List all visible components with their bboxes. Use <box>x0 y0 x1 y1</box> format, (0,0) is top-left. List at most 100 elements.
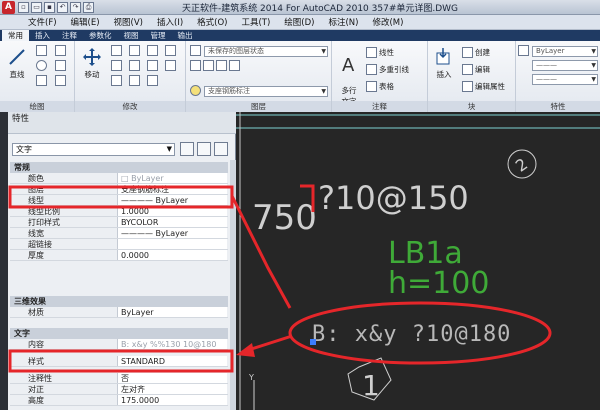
select-objects-icon[interactable] <box>197 142 211 156</box>
rotate-button[interactable] <box>111 45 122 56</box>
tab-annotate[interactable]: 注释 <box>56 30 83 41</box>
quick-select-icon[interactable] <box>214 142 228 156</box>
toggle-pickadd-icon[interactable] <box>180 142 194 156</box>
menu-insert[interactable]: 插入(I) <box>157 16 183 28</box>
move-button[interactable]: 移动 <box>79 47 105 80</box>
prop-row-linetype-scale[interactable]: 线型比例 1.0000 <box>10 206 228 217</box>
prop-row-color[interactable]: 颜色 □ ByLayer <box>10 173 228 184</box>
tab-insert[interactable]: 插入 <box>29 30 56 41</box>
chevron-down-icon: ▼ <box>321 48 326 55</box>
linetype-combo[interactable]: ——— ▼ <box>532 60 598 71</box>
layer-state-value: 未保存的图层状态 <box>208 47 264 55</box>
array-button[interactable] <box>147 75 158 86</box>
prop-row-hyperlink[interactable]: 超链接 <box>10 239 228 250</box>
prop-row-height[interactable]: 高度 175.0000 <box>10 395 228 406</box>
menu-view[interactable]: 视图(V) <box>114 16 143 28</box>
current-layer-combo[interactable]: 支座钢筋标注 ▼ <box>204 86 328 97</box>
dimension-750[interactable]: 750 <box>252 198 317 238</box>
block-panel-title[interactable]: 块 <box>428 101 515 112</box>
scale-button[interactable] <box>129 75 140 86</box>
section-3d-effects[interactable]: 三维效果 <box>10 296 228 307</box>
menu-tools[interactable]: 工具(T) <box>241 16 270 28</box>
tab-manage[interactable]: 管理 <box>145 30 172 41</box>
explode-button[interactable] <box>165 45 176 56</box>
tab-output[interactable]: 输出 <box>172 30 199 41</box>
fillet-button[interactable] <box>147 60 158 71</box>
erase-icon <box>147 45 158 56</box>
mleader-button[interactable]: 多重引线 <box>366 64 409 75</box>
insert-block-button[interactable]: 插入 <box>430 47 458 80</box>
create-block-button[interactable]: 创建 <box>462 47 490 58</box>
layer-off-icon[interactable] <box>203 60 214 71</box>
layer-properties-button[interactable] <box>190 45 201 56</box>
table-button[interactable]: 表格 <box>366 81 394 92</box>
match-properties-button[interactable] <box>518 45 529 56</box>
section-text[interactable]: 文字 <box>10 328 228 339</box>
section-general[interactable]: 常规 <box>10 162 228 173</box>
properties-palette: 特性 文字 ▼ 常规 颜色 □ ByLayer 图层 支座钢筋标注 线型 ———— By… <box>0 112 236 410</box>
layer-iso-icon[interactable] <box>190 60 201 71</box>
copy-button[interactable] <box>111 60 122 71</box>
object-type-select[interactable]: 文字 ▼ <box>12 143 175 156</box>
prop-row-contents[interactable]: 内容 B: x&y %%130 10@180 <box>10 339 228 350</box>
properties-panel-title[interactable]: 特性 <box>516 101 600 112</box>
color-combo[interactable]: ByLayer ▼ <box>532 46 598 57</box>
menu-modify[interactable]: 修改(M) <box>372 16 403 28</box>
modify-panel-title[interactable]: 修改 <box>75 101 185 112</box>
prop-row-plot-style[interactable]: 打印样式 BYCOLOR <box>10 217 228 228</box>
tab-home[interactable]: 常用 <box>2 30 29 41</box>
trim-button[interactable] <box>129 45 140 56</box>
polyline-button[interactable] <box>36 45 47 56</box>
ellipse-button[interactable] <box>55 75 66 86</box>
prop-row-material[interactable]: 材质 ByLayer <box>10 307 228 318</box>
rectangle-icon <box>36 75 47 86</box>
mtext-button[interactable]: A 多行 文字 <box>336 45 362 107</box>
palette-title-strip[interactable] <box>0 112 8 410</box>
grip-point[interactable] <box>310 339 316 345</box>
edit-attributes-button[interactable]: 编辑属性 <box>462 81 505 92</box>
prop-row-justify[interactable]: 对正 左对齐 <box>10 384 228 395</box>
menu-format[interactable]: 格式(O) <box>197 16 227 28</box>
slab-thickness-label[interactable]: h=100 <box>388 266 489 301</box>
move-icon <box>83 48 101 66</box>
prop-row-style[interactable]: 样式 STANDARD <box>10 356 228 367</box>
annotation-panel-title[interactable]: 注释 <box>332 101 427 112</box>
hatch-button[interactable] <box>55 60 66 71</box>
layers-panel-title[interactable]: 图层 <box>186 101 331 112</box>
rectangle-button[interactable] <box>36 75 47 86</box>
layer-freeze-icon[interactable] <box>216 60 227 71</box>
rebar-text-bottom[interactable]: B: x&y ?10@180 <box>312 322 511 347</box>
ellipse-icon <box>55 75 66 86</box>
lightbulb-icon[interactable] <box>190 85 201 96</box>
prop-row-thickness[interactable]: 厚度 0.0000 <box>10 250 228 261</box>
tab-parametric[interactable]: 参数化 <box>83 30 118 41</box>
linear-dim-button[interactable]: 线性 <box>366 47 394 58</box>
menu-draw[interactable]: 绘图(D) <box>284 16 314 28</box>
color-value: ByLayer <box>536 47 565 55</box>
prop-row-annotative[interactable]: 注释性 否 <box>10 373 228 384</box>
lineweight-combo[interactable]: ——— ▼ <box>532 74 598 85</box>
circle-button[interactable] <box>36 60 47 71</box>
offset-button[interactable] <box>165 60 176 71</box>
rebar-text-top[interactable]: ?10@150 <box>318 179 469 217</box>
menu-file[interactable]: 文件(F) <box>28 16 57 28</box>
draw-panel-title[interactable]: 绘图 <box>0 101 74 112</box>
model-space[interactable]: 2 750 ?10@150 LB1a h=100 B: x&y ?10@180 … <box>236 112 600 410</box>
palette-title: 特性 <box>8 112 236 134</box>
erase-button[interactable] <box>147 45 158 56</box>
edit-block-button[interactable]: 编辑 <box>462 64 490 75</box>
menu-dimension[interactable]: 标注(N) <box>328 16 358 28</box>
line-button[interactable]: 直线 <box>4 47 30 80</box>
prop-row-layer[interactable]: 图层 支座钢筋标注 <box>10 184 228 195</box>
fillet-icon <box>147 60 158 71</box>
prop-row-linetype[interactable]: 线型 ———— ByLayer <box>10 195 228 206</box>
layer-state-combo[interactable]: 未保存的图层状态 ▼ <box>204 46 328 57</box>
arc-button[interactable] <box>55 45 66 56</box>
tab-view[interactable]: 视图 <box>118 30 145 41</box>
prop-row-lineweight[interactable]: 线宽 ———— ByLayer <box>10 228 228 239</box>
mirror-button[interactable] <box>129 60 140 71</box>
explode-icon <box>165 45 176 56</box>
menu-edit[interactable]: 编辑(E) <box>71 16 100 28</box>
stretch-button[interactable] <box>111 75 122 86</box>
layer-lock-icon[interactable] <box>229 60 240 71</box>
